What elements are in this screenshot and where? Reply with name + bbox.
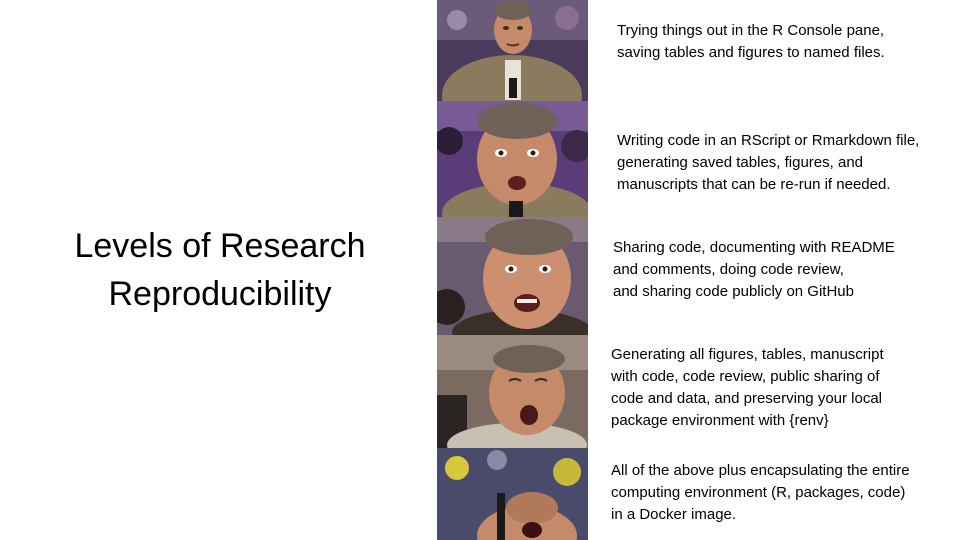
- meme-image-strip: [437, 0, 588, 540]
- caption-level-2: Writing code in an RScript or Rmarkdown …: [617, 130, 919, 196]
- meme-face-ecstatic-image: [437, 335, 588, 448]
- caption-level-4-line-2: with code, code review, public sharing o…: [611, 368, 880, 385]
- meme-face-interested-image: [437, 101, 588, 217]
- meme-panel-4: [437, 335, 588, 448]
- meme-face-calm-image: [437, 0, 588, 101]
- caption-level-3: Sharing code, documenting with README an…: [613, 237, 895, 303]
- caption-level-5-line-3: in a Docker image.: [611, 506, 737, 523]
- meme-panel-2: [437, 101, 588, 217]
- caption-level-5-line-2: computing environment (R, packages, code…: [611, 484, 906, 501]
- caption-level-3-line-2: and comments, doing code review,: [613, 261, 844, 278]
- meme-panel-5: [437, 448, 588, 540]
- caption-level-2-line-1: Writing code in an RScript or Rmarkdown …: [617, 132, 920, 149]
- caption-level-2-line-3: manuscripts that can be re-run if needed…: [617, 176, 891, 193]
- slide-title-line-2: Reproducibility: [108, 275, 332, 313]
- caption-level-5-line-1: All of the above plus encapsulating the …: [611, 462, 910, 479]
- caption-level-2-line-2: generating saved tables, figures, and: [617, 154, 863, 171]
- meme-face-overjoyed-image: [437, 448, 588, 540]
- slide-title-line-1: Levels of Research: [74, 227, 366, 265]
- meme-panel-3: [437, 217, 588, 335]
- meme-face-excited-image: [437, 217, 588, 335]
- caption-level-4: Generating all figures, tables, manuscri…: [611, 344, 884, 432]
- caption-level-1-line-1: Trying things out in the R Console pane,: [617, 22, 885, 39]
- caption-level-5: All of the above plus encapsulating the …: [611, 460, 910, 526]
- caption-level-3-line-1: Sharing code, documenting with README: [613, 239, 895, 256]
- caption-level-3-line-3: and sharing code publicly on GitHub: [613, 283, 854, 300]
- caption-level-4-line-1: Generating all figures, tables, manuscri…: [611, 346, 884, 363]
- meme-panel-1: [437, 0, 588, 101]
- caption-level-1: Trying things out in the R Console pane,…: [617, 20, 885, 64]
- caption-level-1-line-2: saving tables and figures to named files…: [617, 44, 885, 61]
- caption-level-4-line-3: code and data, and preserving your local: [611, 390, 883, 407]
- slide-title: Levels of Research Reproducibility: [40, 222, 400, 318]
- caption-level-4-line-4: package environment with {renv}: [611, 412, 829, 429]
